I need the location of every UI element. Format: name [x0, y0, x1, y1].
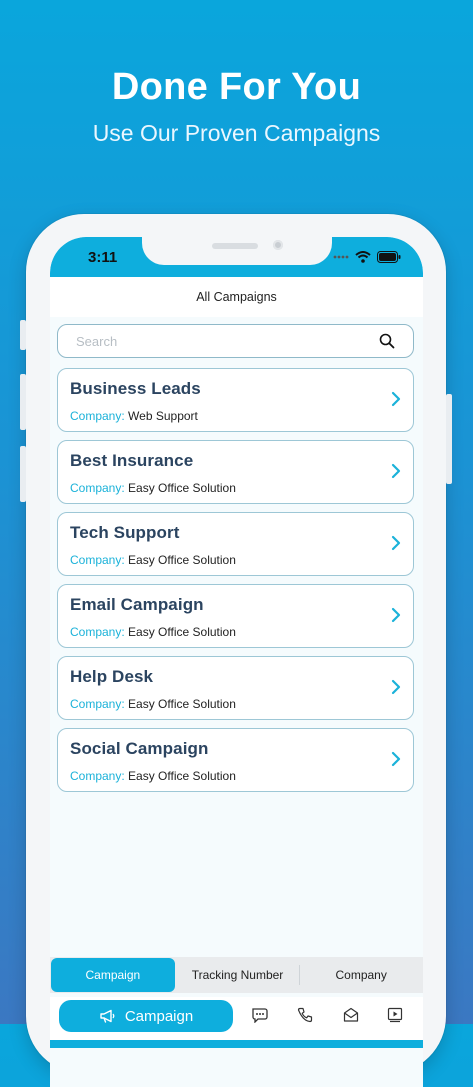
company-label: Company: — [70, 409, 125, 423]
campaign-title: Best Insurance — [70, 451, 194, 470]
chat-icon[interactable] — [251, 1007, 269, 1023]
campaign-title: Email Campaign — [70, 595, 204, 614]
campaign-card[interactable]: Tech Support Company: Easy Office Soluti… — [57, 512, 414, 576]
campaign-title: Tech Support — [70, 523, 180, 542]
search-bar[interactable] — [57, 324, 414, 358]
wifi-icon — [355, 251, 371, 263]
tab-tracking-number[interactable]: Tracking Number — [176, 957, 300, 993]
campaign-card[interactable]: Email Campaign Company: Easy Office Solu… — [57, 584, 414, 648]
company-label: Company: — [70, 553, 125, 567]
chevron-right-icon[interactable] — [391, 535, 401, 551]
company-label: Company: — [70, 697, 125, 711]
tab-campaign[interactable]: Campaign — [51, 958, 175, 992]
company-name: Easy Office Solution — [128, 553, 236, 567]
volume-down-button — [20, 446, 26, 502]
hero-subtitle: Use Our Proven Campaigns — [92, 120, 381, 146]
camera — [273, 240, 283, 250]
signal-icon — [333, 255, 349, 259]
search-input[interactable] — [74, 333, 358, 350]
chevron-right-icon[interactable] — [391, 391, 401, 407]
app-screen: 3:11 All Campaigns Business Leads — [50, 237, 423, 1087]
campaign-card[interactable]: Help Desk Company: Easy Office Solution — [57, 656, 414, 720]
search-icon[interactable] — [379, 333, 395, 349]
segment-tabs: Campaign Tracking Number Company — [50, 957, 423, 993]
tab-company[interactable]: Company — [299, 957, 423, 993]
home-indicator-strip — [50, 1040, 423, 1048]
company-name: Web Support — [128, 409, 198, 423]
status-time: 3:11 — [88, 249, 118, 266]
campaign-card[interactable]: Best Insurance Company: Easy Office Solu… — [57, 440, 414, 504]
power-button — [446, 394, 452, 484]
company-name: Easy Office Solution — [128, 481, 236, 495]
chevron-right-icon[interactable] — [391, 751, 401, 767]
bottom-nav: Campaign — [50, 997, 423, 1041]
campaign-card[interactable]: Business Leads Company: Web Support — [57, 368, 414, 432]
campaign-nav-label: Campaign — [124, 1007, 194, 1025]
company-name: Easy Office Solution — [128, 769, 236, 783]
mute-switch — [20, 320, 26, 350]
navbar: All Campaigns — [50, 277, 423, 317]
video-icon[interactable] — [387, 1007, 403, 1023]
company-label: Company: — [70, 481, 125, 495]
chevron-right-icon[interactable] — [391, 463, 401, 479]
mail-icon[interactable] — [343, 1007, 359, 1023]
status-bar: 3:11 — [50, 237, 423, 277]
company-label: Company: — [70, 769, 125, 783]
company-name: Easy Office Solution — [128, 697, 236, 711]
megaphone-icon — [100, 1009, 115, 1023]
chevron-right-icon[interactable] — [391, 679, 401, 695]
notch — [142, 237, 332, 265]
chevron-right-icon[interactable] — [391, 607, 401, 623]
campaign-list: Business Leads Company: Web Support Best… — [57, 368, 414, 800]
page-title: All Campaigns — [196, 290, 277, 304]
speaker — [212, 243, 258, 249]
campaign-title: Help Desk — [70, 667, 154, 686]
company-label: Company: — [70, 625, 125, 639]
company-name: Easy Office Solution — [128, 625, 236, 639]
campaign-nav-button[interactable]: Campaign — [59, 1000, 233, 1032]
campaign-title: Business Leads — [70, 379, 201, 398]
campaign-card[interactable]: Social Campaign Company: Easy Office Sol… — [57, 728, 414, 792]
phone-icon[interactable] — [297, 1007, 313, 1023]
phone-frame: 3:11 All Campaigns Business Leads — [20, 214, 452, 1087]
volume-up-button — [20, 374, 26, 430]
battery-icon — [377, 251, 401, 263]
campaign-title: Social Campaign — [70, 739, 209, 758]
hero-title: Done For You — [111, 66, 362, 108]
